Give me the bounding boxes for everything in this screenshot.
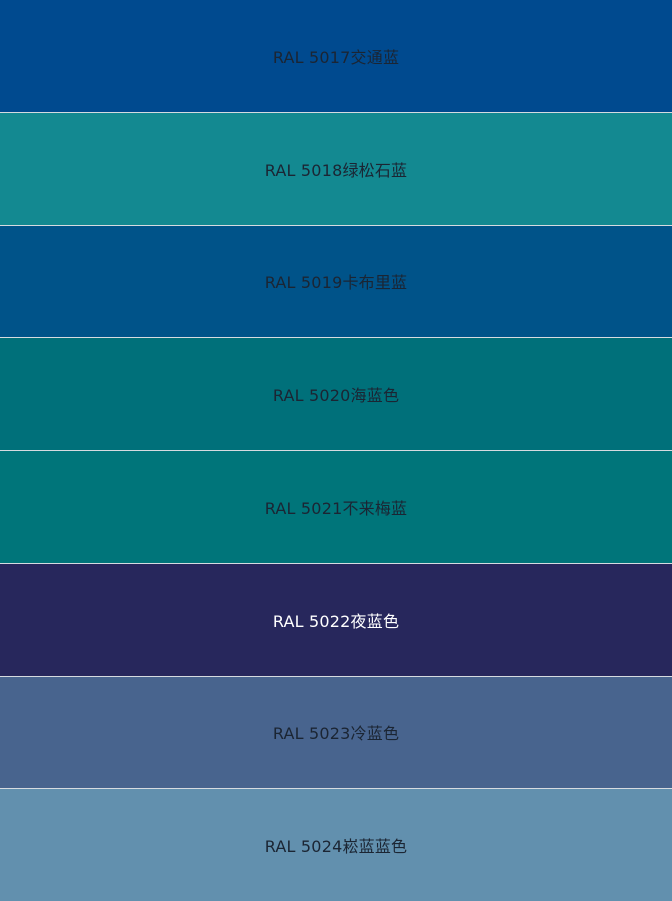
color-swatch-ral-5020: RAL 5020海蓝色	[0, 338, 672, 450]
color-swatch-ral-5018: RAL 5018绿松石蓝	[0, 112, 672, 225]
swatch-label: RAL 5018绿松石蓝	[264, 160, 408, 180]
swatch-label: RAL 5023冷蓝色	[272, 724, 400, 744]
swatch-label: RAL 5017交通蓝	[272, 47, 400, 67]
color-swatch-ral-5024: RAL 5024崧蓝蓝色	[0, 789, 672, 901]
color-swatch-ral-5019: RAL 5019卡布里蓝	[0, 225, 672, 338]
swatch-label: RAL 5020海蓝色	[272, 386, 400, 406]
swatch-label: RAL 5019卡布里蓝	[264, 273, 408, 293]
color-swatch-ral-5022: RAL 5022夜蓝色	[0, 563, 672, 676]
color-swatch-ral-5021: RAL 5021不来梅蓝	[0, 451, 672, 563]
swatch-label: RAL 5021不来梅蓝	[264, 498, 408, 518]
swatch-label: RAL 5022夜蓝色	[272, 611, 400, 631]
swatch-label: RAL 5024崧蓝蓝色	[264, 837, 408, 857]
color-swatch-list: RAL 5017交通蓝 RAL 5018绿松石蓝 RAL 5019卡布里蓝 RA…	[0, 0, 672, 901]
color-swatch-ral-5023: RAL 5023冷蓝色	[0, 676, 672, 789]
color-swatch-ral-5017: RAL 5017交通蓝	[0, 0, 672, 112]
